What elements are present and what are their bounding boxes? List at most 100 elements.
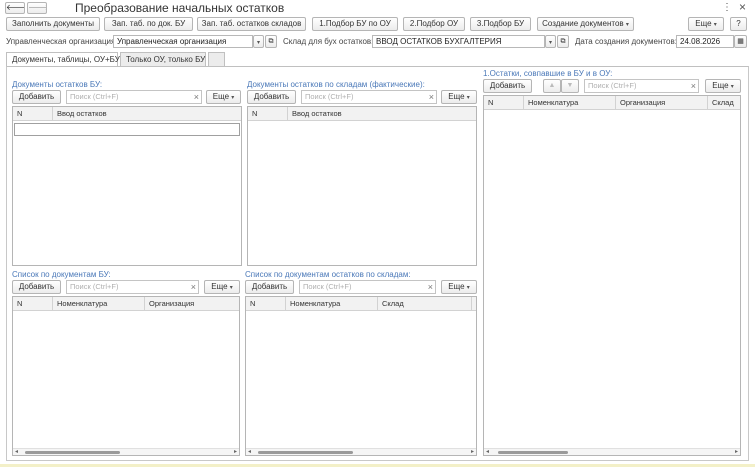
- column-header-organization[interactable]: Организация: [616, 96, 708, 110]
- clear-icon[interactable]: ×: [429, 91, 434, 103]
- column-header-organization[interactable]: Организация: [145, 297, 239, 311]
- column-header-warehouse[interactable]: Склад: [708, 96, 740, 110]
- table-row-selected[interactable]: [14, 123, 240, 136]
- pick-bu-button[interactable]: 3.Подбор БУ: [470, 17, 531, 31]
- docs-wh-more-button[interactable]: Еще ▾: [441, 90, 477, 104]
- more-actions-icon[interactable]: ⋮: [722, 2, 732, 13]
- link-icon: ⧉: [268, 38, 274, 45]
- warehouse-dropdown-button[interactable]: ▾: [545, 35, 556, 48]
- column-header-n[interactable]: N: [13, 107, 53, 121]
- move-down-button[interactable]: ▼: [561, 79, 579, 93]
- scrollbar-thumb[interactable]: [258, 451, 353, 454]
- match-table[interactable]: N Номенклатура Организация Склад ◂ ▸: [483, 95, 741, 456]
- arrow-down-icon: ▼: [566, 82, 574, 89]
- docs-wh-table[interactable]: N Ввод остатков: [247, 106, 477, 266]
- tab-only-ou-only-bu[interactable]: Только ОУ, только БУ: [120, 52, 206, 66]
- pick-bu-by-ou-button[interactable]: 1.Подбор БУ по ОУ: [312, 17, 398, 31]
- clear-icon[interactable]: ×: [691, 80, 696, 92]
- column-header-input-balances[interactable]: Ввод остатков: [53, 107, 241, 121]
- pick-ou-button[interactable]: 2.Подбор ОУ: [403, 17, 465, 31]
- fill-warehouse-table-button[interactable]: Зап. таб. остатков складов: [197, 17, 306, 31]
- docs-bu-table[interactable]: N Ввод остатков: [12, 106, 242, 266]
- column-header-n[interactable]: N: [484, 96, 524, 110]
- back-button[interactable]: 🡐: [5, 2, 25, 14]
- more-label: Еще: [212, 92, 230, 101]
- scrollbar-thumb[interactable]: [25, 451, 120, 454]
- scroll-right-icon[interactable]: ▸: [471, 448, 474, 455]
- close-icon[interactable]: ×: [739, 0, 746, 14]
- list-bu-search-input[interactable]: Поиск (Ctrl+F) ×: [66, 280, 199, 294]
- column-header-warehouse[interactable]: Склад: [378, 297, 472, 311]
- list-bu-add-button[interactable]: Добавить: [12, 280, 61, 294]
- column-header-extra[interactable]: [472, 297, 476, 311]
- forward-button[interactable]: 🡒: [27, 2, 47, 14]
- list-wh-more-button[interactable]: Еще ▾: [441, 280, 477, 294]
- chevron-down-icon: ▾: [713, 22, 717, 28]
- chevron-down-icon: ▾: [730, 84, 734, 90]
- list-bu-table[interactable]: N Номенклатура Организация ◂ ▸: [12, 296, 240, 456]
- calendar-button[interactable]: ▦: [734, 35, 747, 48]
- table-header: N Ввод остатков: [248, 107, 476, 121]
- docs-bu-add-button[interactable]: Добавить: [12, 90, 61, 104]
- list-wh-search-input[interactable]: Поиск (Ctrl+F) ×: [299, 280, 436, 294]
- match-more-button[interactable]: Еще ▾: [705, 79, 741, 93]
- org-open-button[interactable]: ⧉: [265, 35, 277, 48]
- clear-icon[interactable]: ×: [191, 281, 196, 293]
- search-placeholder: Поиск (Ctrl+F): [588, 81, 637, 90]
- warehouse-label: Склад для бух остатков:: [283, 37, 374, 46]
- list-bu-title: Список по документам БУ:: [12, 270, 111, 279]
- column-header-nomenclature[interactable]: Номенклатура: [286, 297, 378, 311]
- scrollbar-thumb[interactable]: [498, 451, 568, 454]
- clear-icon[interactable]: ×: [428, 281, 433, 293]
- help-button[interactable]: ?: [730, 17, 747, 31]
- fill-bu-table-button[interactable]: Зап. таб. по док. БУ: [104, 17, 193, 31]
- docs-wh-add-button[interactable]: Добавить: [247, 90, 296, 104]
- column-header-n[interactable]: N: [246, 297, 286, 311]
- scroll-left-icon[interactable]: ◂: [15, 448, 18, 455]
- fill-documents-button[interactable]: Заполнить документы: [6, 17, 100, 31]
- list-bu-more-button[interactable]: Еще ▾: [204, 280, 240, 294]
- column-header-input-balances[interactable]: Ввод остатков: [288, 107, 476, 121]
- date-field[interactable]: 24.08.2026: [676, 35, 734, 48]
- column-header-nomenclature[interactable]: Номенклатура: [524, 96, 616, 110]
- column-header-nomenclature[interactable]: Номенклатура: [53, 297, 145, 311]
- warehouse-field[interactable]: ВВОД ОСТАТКОВ БУХГАЛТЕРИЯ: [372, 35, 545, 48]
- docs-bu-more-button[interactable]: Еще ▾: [206, 90, 241, 104]
- match-add-button[interactable]: Добавить: [483, 79, 532, 93]
- scroll-left-icon[interactable]: ◂: [486, 448, 489, 455]
- create-documents-menu[interactable]: Создание документов ▾: [537, 17, 634, 31]
- list-wh-add-button[interactable]: Добавить: [245, 280, 294, 294]
- search-placeholder: Поиск (Ctrl+F): [305, 92, 354, 101]
- org-field[interactable]: Управленческая организация: [113, 35, 253, 48]
- search-placeholder: Поиск (Ctrl+F): [303, 282, 352, 291]
- docs-wh-title: Документы остатков по складам (фактическ…: [247, 80, 425, 89]
- scroll-right-icon[interactable]: ▸: [234, 448, 237, 455]
- chevron-down-icon: ▾: [548, 40, 552, 46]
- horizontal-scrollbar[interactable]: ◂ ▸: [13, 448, 239, 455]
- warehouse-open-button[interactable]: ⧉: [557, 35, 569, 48]
- search-placeholder: Поиск (Ctrl+F): [70, 92, 119, 101]
- column-header-n[interactable]: N: [248, 107, 288, 121]
- tab-empty[interactable]: [208, 52, 225, 66]
- docs-wh-search-input[interactable]: Поиск (Ctrl+F) ×: [301, 90, 437, 104]
- horizontal-scrollbar[interactable]: ◂ ▸: [246, 448, 476, 455]
- tab-docs-tables-ou-bu[interactable]: Документы, таблицы, ОУ+БУ: [6, 52, 120, 67]
- clear-icon[interactable]: ×: [194, 91, 199, 103]
- column-header-n[interactable]: N: [13, 297, 53, 311]
- scroll-left-icon[interactable]: ◂: [248, 448, 251, 455]
- match-search-input[interactable]: Поиск (Ctrl+F) ×: [584, 79, 699, 93]
- horizontal-scrollbar[interactable]: ◂ ▸: [484, 448, 740, 455]
- docs-bu-title: Документы остатков БУ:: [12, 80, 103, 89]
- org-dropdown-button[interactable]: ▾: [253, 35, 264, 48]
- move-up-button[interactable]: ▲: [543, 79, 561, 93]
- more-label: Еще: [695, 19, 712, 28]
- more-menu-button[interactable]: Еще ▾: [688, 17, 724, 31]
- list-wh-title: Список по документам остатков по складам…: [245, 270, 411, 279]
- scroll-right-icon[interactable]: ▸: [735, 448, 738, 455]
- docs-bu-search-input[interactable]: Поиск (Ctrl+F) ×: [66, 90, 202, 104]
- list-wh-table[interactable]: N Номенклатура Склад ◂ ▸: [245, 296, 477, 456]
- arrow-up-icon: ▲: [548, 82, 556, 89]
- calendar-icon: ▦: [737, 38, 744, 45]
- chevron-down-icon: ▾: [466, 95, 470, 101]
- chevron-down-icon: ▾: [466, 285, 470, 291]
